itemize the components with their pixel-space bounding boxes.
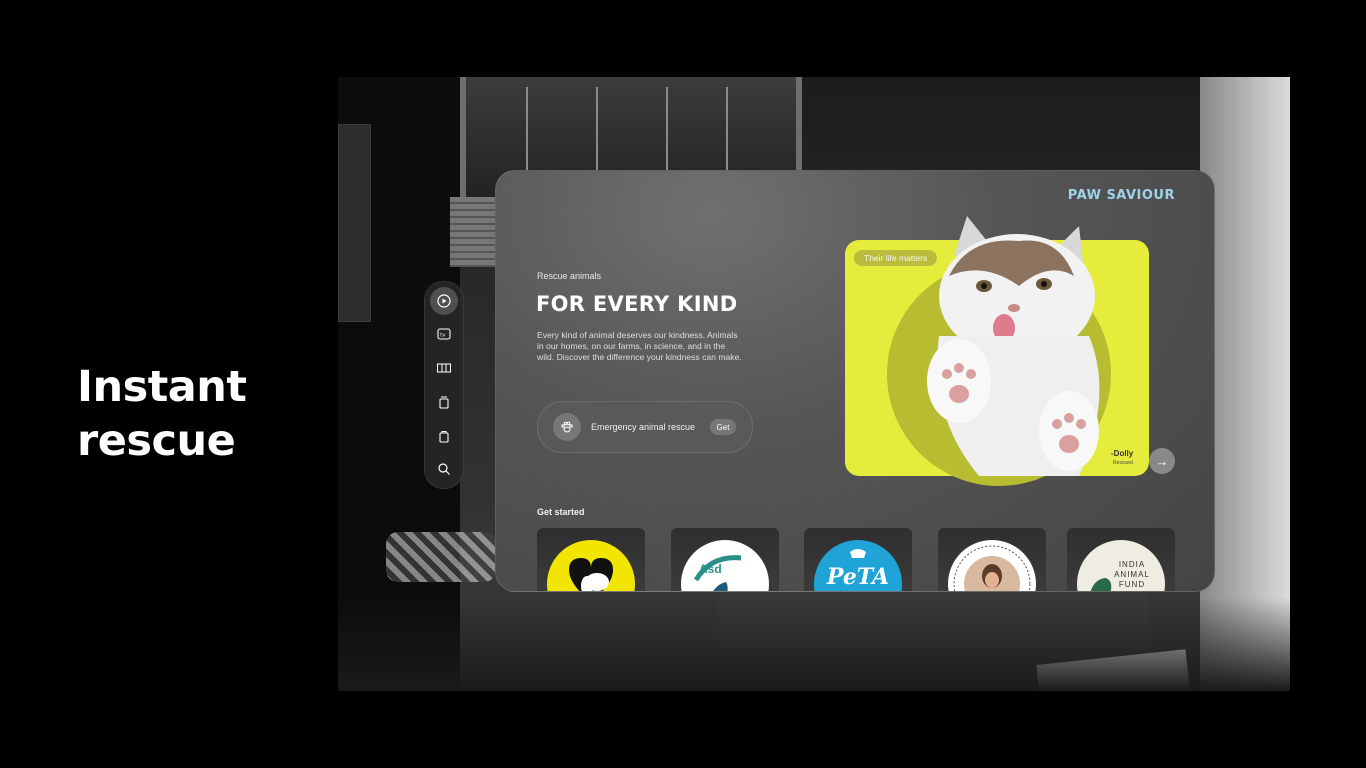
animal-name: -Dolly: [1111, 449, 1134, 458]
org-card-1[interactable]: [537, 528, 645, 591]
hero-title: Instant rescue: [77, 360, 247, 468]
sidebar-item-tv[interactable]: tv: [430, 320, 458, 348]
get-started-title: Get started: [537, 507, 585, 517]
emergency-rescue-card[interactable]: Emergency animal rescue Get: [537, 401, 753, 453]
sidebar-item-grid[interactable]: [430, 354, 458, 382]
search-icon: [438, 463, 450, 475]
org-logo-peta: PeTA: [814, 540, 902, 591]
svg-text:tv: tv: [440, 333, 445, 339]
org-3-text: PeTA: [826, 564, 890, 590]
next-button[interactable]: →: [1149, 448, 1175, 474]
headline: FOR EVERY KIND: [536, 292, 738, 316]
brand-logo: PAW SAVIOUR: [1067, 188, 1175, 203]
cat-photo: [927, 216, 1100, 476]
sidebar-item-bag[interactable]: [430, 422, 458, 450]
eyebrow-label: Rescue animals: [537, 271, 602, 281]
layers-icon: [439, 396, 449, 409]
org-logo-circle-photo: [948, 540, 1036, 591]
tagline-badge: Their life matters: [854, 250, 938, 266]
org-logo-india-animal-fund: INDIA ANIMAL FUND: [1077, 540, 1165, 591]
tv-icon: tv: [437, 328, 451, 340]
sidebar-item-layers[interactable]: [430, 388, 458, 416]
grid-icon: [437, 363, 451, 373]
org-2-text: Asd: [699, 562, 722, 576]
animal-status: Rescued: [1113, 460, 1133, 466]
arrow-right-icon: →: [1155, 453, 1169, 469]
sidebar-item-search[interactable]: [430, 455, 458, 483]
play-icon: [437, 294, 451, 308]
org-card-3[interactable]: PeTA: [804, 528, 912, 591]
rescue-label: Emergency animal rescue: [591, 422, 696, 432]
main-panel: PAW SAVIOUR Rescue animals FOR EVERY KIN…: [495, 170, 1215, 592]
featured-animal-card[interactable]: Their life matters -Dolly Rescued: [845, 216, 1149, 486]
org-card-4[interactable]: [938, 528, 1046, 591]
org-logo-asd: Asd: [681, 540, 769, 591]
get-button[interactable]: Get: [710, 419, 736, 435]
org-5-text: INDIA ANIMAL FUND: [1114, 560, 1150, 589]
paw-icon: [553, 413, 581, 441]
sidebar-item-play[interactable]: [430, 287, 458, 315]
hero-line-1: Instant: [77, 362, 247, 412]
hero-line-2: rescue: [77, 416, 236, 466]
org-card-2[interactable]: Asd: [671, 528, 779, 591]
description: Every kind of animal deserves our kindne…: [537, 330, 742, 362]
bag-icon: [439, 431, 449, 443]
org-card-5[interactable]: INDIA ANIMAL FUND: [1067, 528, 1175, 591]
org-logo-dog-heart: [547, 540, 635, 591]
sidebar-nav: tv: [424, 281, 464, 489]
